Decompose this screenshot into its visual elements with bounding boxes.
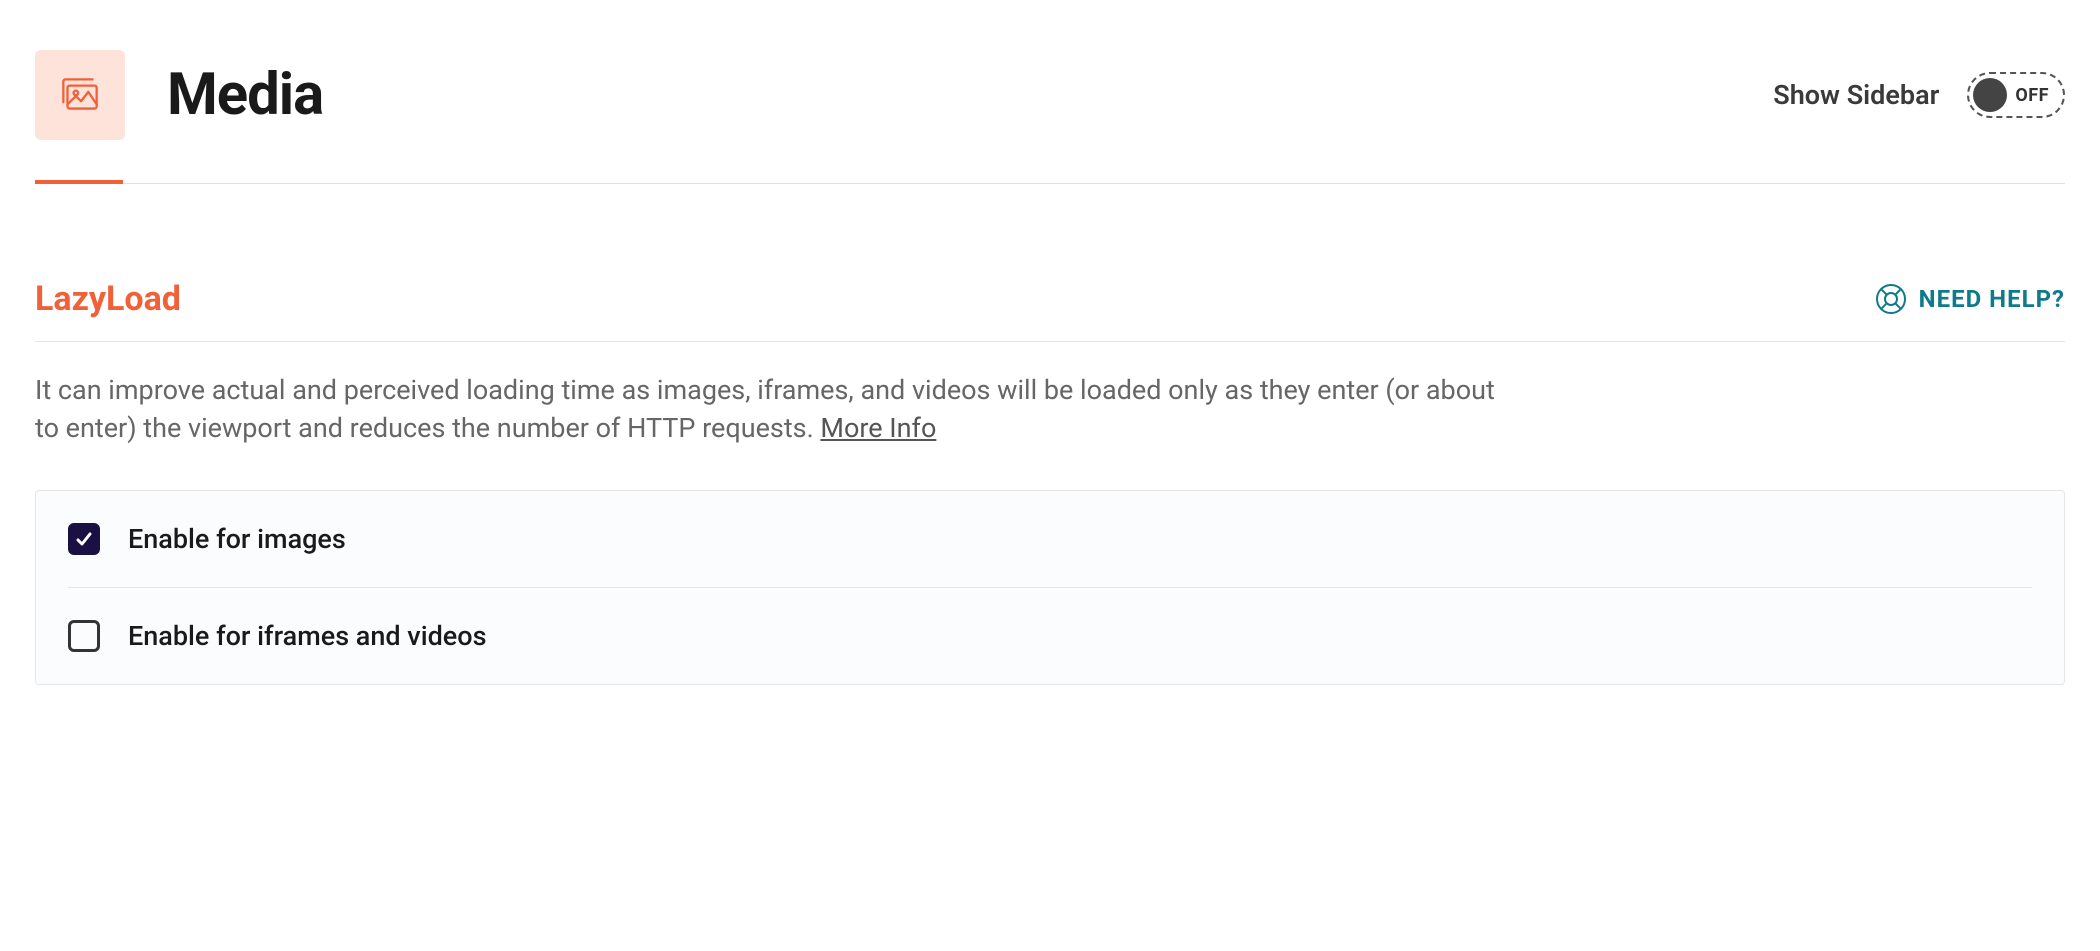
section-title: LazyLoad <box>35 279 181 319</box>
option-enable-images[interactable]: Enable for images <box>68 491 2032 587</box>
media-icon <box>55 70 105 120</box>
media-icon-tile <box>35 50 125 140</box>
checkbox-enable-images[interactable] <box>68 523 100 555</box>
check-icon <box>74 529 94 549</box>
section-header: LazyLoad NEED HELP? <box>35 279 2065 342</box>
need-help-text: NEED HELP? <box>1919 285 2065 313</box>
section-description-text: It can improve actual and perceived load… <box>35 374 1495 444</box>
toggle-knob <box>1973 78 2007 112</box>
options-panel: Enable for images Enable for iframes and… <box>35 490 2065 685</box>
header-right: Show Sidebar OFF <box>1773 72 2065 118</box>
header-left: Media <box>35 50 323 140</box>
lifebuoy-icon <box>1875 283 1907 315</box>
tab-strip <box>35 180 2065 184</box>
toggle-state-text: OFF <box>2015 85 2049 106</box>
option-label: Enable for iframes and videos <box>128 620 486 652</box>
show-sidebar-toggle[interactable]: OFF <box>1967 72 2065 118</box>
checkbox-enable-iframes-videos[interactable] <box>68 620 100 652</box>
page-title: Media <box>167 61 323 129</box>
tab-active-indicator <box>35 180 123 184</box>
section-description: It can improve actual and perceived load… <box>35 372 1515 448</box>
show-sidebar-label: Show Sidebar <box>1773 79 1939 111</box>
page-header: Media Show Sidebar OFF <box>35 50 2065 140</box>
option-enable-iframes-videos[interactable]: Enable for iframes and videos <box>68 587 2032 684</box>
option-label: Enable for images <box>128 523 346 555</box>
more-info-link[interactable]: More Info <box>820 412 936 444</box>
need-help-link[interactable]: NEED HELP? <box>1875 283 2065 315</box>
